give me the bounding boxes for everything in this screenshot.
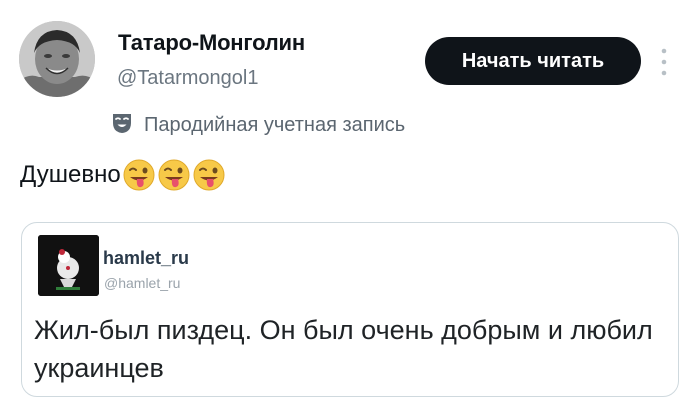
user-avatar-photo [19,21,95,97]
user-handle[interactable]: @Tatarmongol1 [117,67,258,90]
tweet-text-content: Душевно [20,161,121,188]
clown-avatar-icon [38,235,99,296]
emoji-group [122,158,227,192]
winking-face-with-tongue-icon [123,159,155,191]
winking-face-with-tongue-icon [193,159,225,191]
quote-text: Жил-был пиздец. Он был очень добрым и лю… [34,315,653,383]
parody-label: Пародийная учетная запись [144,113,406,136]
more-vertical-icon[interactable] [660,47,668,77]
follow-button[interactable]: Начать читать [425,37,641,85]
avatar[interactable] [19,21,95,97]
parody-account-notice: Пародийная учетная запись [110,112,405,138]
tweet-text: Душевно [20,158,227,192]
theater-mask-icon [110,111,134,140]
quoted-post[interactable]: hamlet_ru @hamlet_ru Жил-был пиздец. Он … [21,222,679,397]
display-name[interactable]: Татаро-Монголин [118,30,305,56]
quote-author-handle[interactable]: @hamlet_ru [104,275,180,291]
winking-face-with-tongue-icon [158,159,190,191]
quote-avatar[interactable] [38,235,99,296]
quote-author-name[interactable]: hamlet_ru [103,248,189,269]
